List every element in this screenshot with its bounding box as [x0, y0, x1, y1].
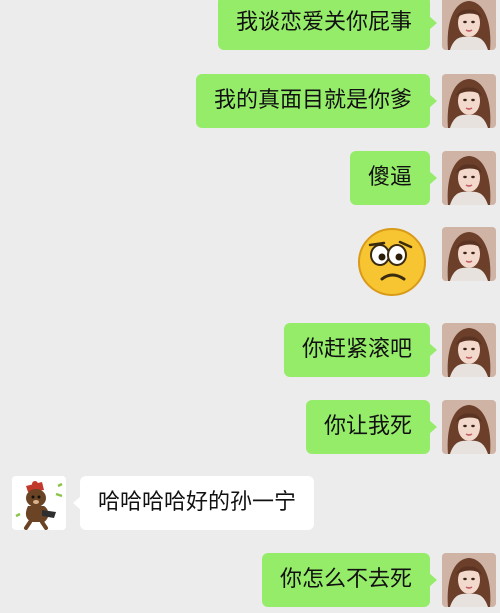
bubble-tail — [429, 16, 437, 30]
avatar-image — [442, 151, 496, 205]
bubble-tail — [73, 496, 81, 510]
sent-message-bubble[interactable]: 你怎么不去死 — [261, 553, 437, 607]
contact-avatar[interactable] — [12, 476, 66, 530]
sender-avatar[interactable] — [442, 553, 496, 607]
sent-message-bubble[interactable]: 我谈恋爱关你屁事 — [217, 0, 437, 50]
sender-avatar[interactable] — [442, 0, 496, 50]
bubble-tail — [429, 420, 437, 434]
bear-character-icon — [12, 476, 66, 530]
message-text: 我谈恋爱关你屁事 — [235, 10, 412, 35]
sender-avatar[interactable] — [442, 400, 496, 454]
avatar-image — [442, 400, 496, 454]
sent-message-bubble[interactable]: 你赶紧滚吧 — [283, 323, 437, 377]
message-text: 我的真面目就是你爹 — [213, 88, 412, 113]
avatar-image — [442, 74, 496, 128]
sent-message-bubble[interactable]: 你让我死 — [305, 400, 437, 454]
sent-message-bubble[interactable]: 傻逼 — [349, 151, 437, 205]
bubble-tail — [429, 94, 437, 108]
avatar-image — [442, 227, 496, 281]
message-text: 你让我死 — [323, 414, 412, 439]
avatar-image — [442, 553, 496, 607]
received-message-bubble[interactable]: 哈哈哈哈好的孙一宁 — [73, 476, 315, 530]
avatar-image — [442, 323, 496, 377]
bubble-tail — [429, 573, 437, 587]
message-text: 傻逼 — [367, 165, 412, 190]
sender-avatar[interactable] — [442, 227, 496, 281]
sent-message-bubble[interactable]: 我的真面目就是你爹 — [195, 74, 437, 128]
confused-face-icon — [358, 228, 426, 296]
avatar-image — [442, 0, 496, 50]
message-text: 你赶紧滚吧 — [301, 337, 412, 362]
sender-avatar[interactable] — [442, 151, 496, 205]
sender-avatar[interactable] — [442, 74, 496, 128]
bubble-tail — [429, 343, 437, 357]
message-text: 你怎么不去死 — [279, 567, 412, 592]
bubble-tail — [429, 171, 437, 185]
confused-face-emoji[interactable] — [356, 225, 428, 297]
message-text: 哈哈哈哈好的孙一宁 — [98, 490, 297, 515]
sender-avatar[interactable] — [442, 323, 496, 377]
